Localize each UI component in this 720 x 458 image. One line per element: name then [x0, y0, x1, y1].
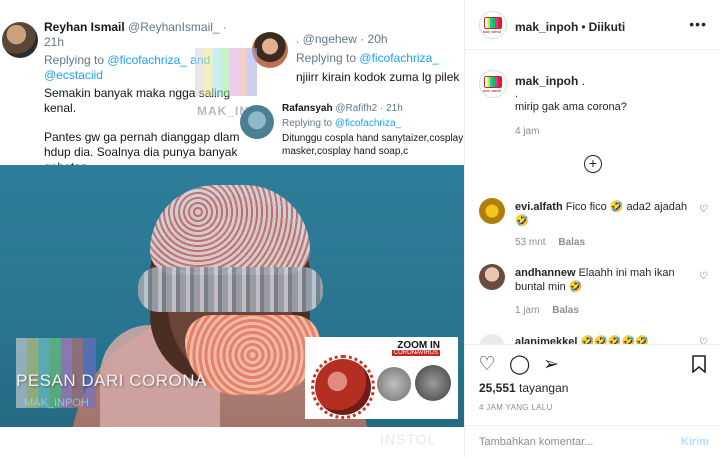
header-user: mak_inpoh • Diikuti — [515, 20, 625, 34]
post-side-panel: MAK_INPOH mak_inpoh • Diikuti ••• MAK_INPO… — [464, 0, 720, 457]
zoom-subtitle: CORONAVIRUS — [391, 350, 440, 356]
avatar-brand: MAK_INPOH — [483, 30, 502, 34]
views-label: tayangan — [519, 381, 569, 395]
comment-like-icon[interactable]: ♡ — [699, 204, 708, 215]
micrograph-image — [415, 365, 451, 401]
comment-text-cont: 🤣 — [515, 215, 529, 227]
comment-box: Kirim — [465, 425, 720, 458]
person-photo: PESAN DARI CORONA MAK_INPOH ZOOM IN CORO… — [0, 165, 464, 427]
tweet-avatar — [2, 22, 38, 58]
tv-logo-icon — [484, 76, 502, 88]
comment-meta: 53 mnt Balas — [515, 237, 595, 248]
caption-line: . — [515, 88, 519, 100]
shower-cap — [150, 185, 310, 275]
goggle-band — [138, 267, 323, 312]
comment-icon[interactable]: ◯ — [509, 355, 530, 375]
comment-item: evi.alfath Fico fico 🤣 ada2 ajadah 🤣 — [515, 200, 705, 228]
micrograph-image — [377, 367, 411, 401]
caption-suffix: . — [581, 74, 586, 88]
tweet-text: njiirr kirain kodok zuma lg pilek — [296, 70, 460, 84]
colorbar-watermark — [195, 48, 257, 96]
instagram-post-frame: Reyhan Ismail @ReyhanIsmail_ · 21h Reply… — [0, 0, 720, 457]
username-link[interactable]: mak_inpoh — [515, 20, 578, 34]
tweet-handle: @Rafifh2 · 21h — [335, 103, 403, 114]
comment-avatar[interactable] — [479, 198, 505, 224]
tweet-avatar — [252, 32, 288, 68]
posted-time[interactable]: 4 JAM YANG LALU — [479, 403, 553, 412]
separator-dot: • — [581, 20, 586, 34]
tweet-author: Rafansyah — [282, 103, 333, 114]
comment-username[interactable]: andhannew — [515, 267, 576, 279]
comment-time: 1 jam — [515, 305, 540, 316]
tweet-mention: @ficofachriza_ — [359, 51, 439, 65]
overlay-title: PESAN DARI CORONA — [16, 371, 207, 390]
tweet-handle: . @ngehew · 20h — [296, 32, 388, 46]
tweet-replying: Replying to — [44, 53, 105, 67]
media-bottom-strip: INSTOL — [0, 427, 464, 457]
share-icon[interactable]: ➢ — [541, 355, 561, 375]
heart-icon[interactable]: ♡ — [477, 355, 497, 375]
tweet-screenshot: Reyhan Ismail @ReyhanIsmail_ · 21h Reply… — [0, 0, 464, 174]
overlay-watermark: MAK_INPOH — [24, 397, 89, 409]
comment-username[interactable]: evi.alfath — [515, 201, 563, 213]
tweet-author: Reyhan Ismail — [44, 20, 125, 34]
coronavirus-illustration — [311, 355, 375, 419]
tweet-replying: Replying to — [296, 51, 357, 65]
comment-time: 53 mnt — [515, 237, 546, 248]
comment-text: Fico fico 🤣 ada2 ajadah — [565, 201, 688, 213]
caption-line: mirip gak ama corona? — [515, 101, 627, 113]
comment-input[interactable] — [479, 436, 659, 448]
reply-button[interactable]: Balas — [552, 305, 579, 316]
tweet-mention: @ficofachriza_ — [334, 118, 402, 129]
action-bar: ♡ ◯ ➢ 25,551 tayangan 4 JAM YANG LALU Ki… — [465, 344, 720, 457]
post-comment-button[interactable]: Kirim — [681, 436, 709, 448]
profile-avatar[interactable]: MAK_INPOH — [479, 11, 507, 39]
post-media[interactable]: Reyhan Ismail @ReyhanIsmail_ · 21h Reply… — [0, 0, 464, 457]
tv-logo-icon — [484, 17, 502, 29]
tweet-mention: @ficofachriza_ — [107, 53, 187, 67]
post-header: MAK_INPOH mak_inpoh • Diikuti ••• — [465, 0, 720, 50]
caption-username[interactable]: mak_inpoh — [515, 74, 578, 88]
bookmark-icon[interactable] — [689, 355, 709, 375]
comment-text-cont: buntal min 🤣 — [515, 281, 583, 293]
tweet-2: . @ngehew · 20h Replying to @ficofachriz… — [296, 32, 462, 85]
caption-avatar[interactable]: MAK_INPOH — [479, 70, 507, 98]
tweet-avatar — [240, 105, 274, 139]
following-button[interactable]: Diikuti — [589, 20, 626, 34]
tweet-text: Ditunggu cospla hand sanytaizer,cosplay — [282, 133, 464, 144]
tweet-replying: Replying to — [282, 118, 333, 129]
tweet-text: masker,cosplay hand soap,c — [282, 146, 409, 157]
reply-button[interactable]: Balas — [558, 237, 585, 248]
caption-time: 4 jam — [515, 126, 540, 137]
views-count[interactable]: 25,551 tayangan — [479, 381, 568, 395]
comment-avatar[interactable] — [479, 264, 505, 290]
avatar-brand: MAK_INPOH — [483, 89, 502, 93]
tweet-text: hdup dia. Soalnya dia punya banyak — [44, 145, 238, 159]
zoom-in-card: ZOOM IN CORONAVIRUS — [305, 337, 458, 419]
load-more-comments-icon[interactable]: + — [584, 155, 602, 173]
caption-user: mak_inpoh . — [515, 74, 585, 88]
views-number: 25,551 — [479, 381, 516, 395]
comment-item: andhannew Elaahh ini mah ikan buntal min… — [515, 266, 705, 294]
tweet-text: Pantes gw ga pernah dianggap dlam — [44, 130, 240, 144]
tweet-1: Reyhan Ismail @ReyhanIsmail_ · 21h Reply… — [44, 20, 244, 175]
comment-like-icon[interactable]: ♡ — [699, 271, 708, 282]
more-options-icon[interactable]: ••• — [689, 16, 707, 32]
comment-meta: 1 jam Balas — [515, 305, 589, 316]
tweet-3: Rafansyah @Rafifh2 · 21h Replying to @fi… — [282, 102, 464, 158]
bottom-watermark: INSTOL — [380, 431, 437, 447]
comment-text: Elaahh ini mah ikan — [578, 267, 675, 279]
